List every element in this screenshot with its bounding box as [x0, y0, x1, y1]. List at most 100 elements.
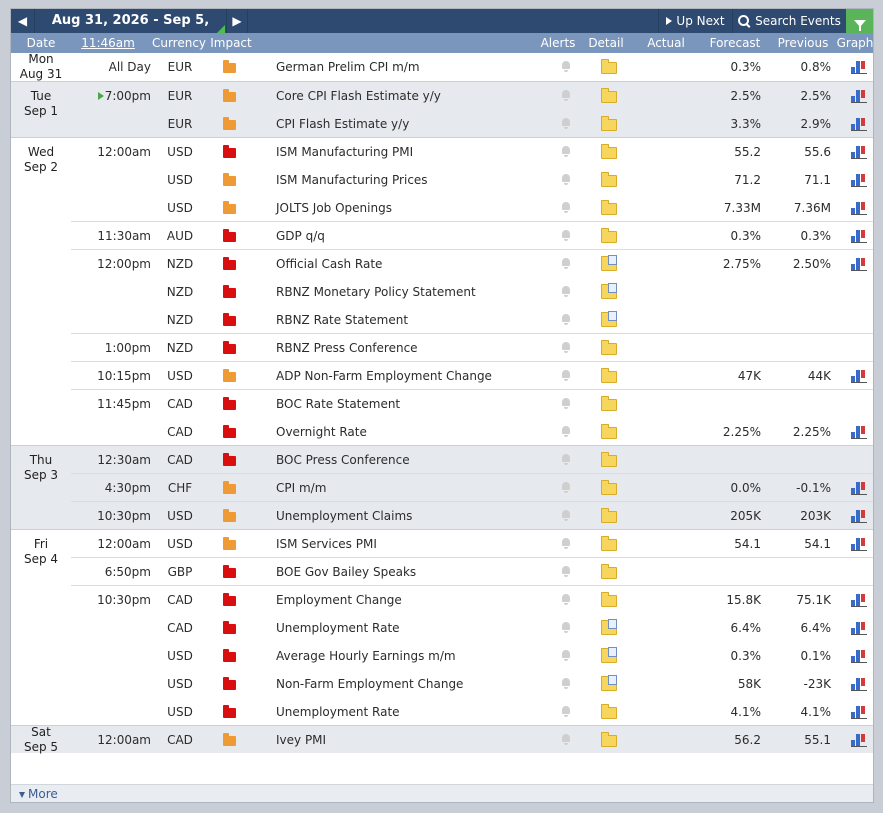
event-detail[interactable] — [601, 502, 631, 530]
event-row[interactable]: CAD Unemployment Rate 6.4% 6.4% — [71, 614, 873, 642]
event-row[interactable]: USD JOLTS Job Openings 7.33M 7.36M — [71, 194, 873, 222]
event-title[interactable]: RBNZ Monetary Policy Statement — [276, 278, 546, 306]
event-alert[interactable] — [556, 670, 578, 698]
event-title[interactable]: ADP Non-Farm Employment Change — [276, 362, 546, 390]
event-row[interactable]: 6:50pm GBP BOE Gov Bailey Speaks — [71, 557, 873, 586]
event-detail[interactable] — [601, 362, 631, 390]
date-range-button[interactable]: Aug 31, 2026 - Sep 5, 2026 — [36, 9, 225, 52]
event-title[interactable]: Official Cash Rate — [276, 250, 546, 278]
event-row[interactable]: NZD RBNZ Monetary Policy Statement — [71, 278, 873, 306]
event-title[interactable]: Non-Farm Employment Change — [276, 670, 546, 698]
event-row[interactable]: 4:30pm CHF CPI m/m 0.0% -0.1% — [71, 473, 873, 502]
event-detail[interactable] — [601, 558, 631, 586]
event-detail[interactable] — [601, 390, 631, 418]
event-title[interactable]: German Prelim CPI m/m — [276, 53, 546, 81]
event-detail[interactable] — [601, 418, 631, 446]
event-title[interactable]: ISM Manufacturing PMI — [276, 138, 546, 166]
filter-button[interactable] — [846, 9, 873, 33]
event-graph[interactable] — [851, 670, 871, 698]
event-graph[interactable] — [851, 362, 871, 390]
event-alert[interactable] — [556, 726, 578, 754]
event-detail[interactable] — [601, 222, 631, 250]
event-row[interactable]: 11:45pm CAD BOC Rate Statement — [71, 389, 873, 418]
event-detail[interactable] — [601, 53, 631, 81]
event-graph[interactable] — [851, 53, 871, 81]
event-row[interactable]: 12:00am USD ISM Services PMI 54.1 54.1 — [71, 530, 873, 558]
event-row[interactable]: 11:30am AUD GDP q/q 0.3% 0.3% — [71, 221, 873, 250]
up-next-button[interactable]: Up Next — [658, 9, 732, 33]
search-events-button[interactable]: Search Events — [732, 9, 846, 33]
event-title[interactable]: Ivey PMI — [276, 726, 546, 754]
event-graph[interactable] — [851, 502, 871, 530]
event-row[interactable]: NZD RBNZ Rate Statement — [71, 306, 873, 334]
event-row[interactable]: USD Non-Farm Employment Change 58K -23K — [71, 670, 873, 698]
event-alert[interactable] — [556, 166, 578, 194]
event-alert[interactable] — [556, 530, 578, 558]
event-row[interactable]: 12:00am CAD Ivey PMI 56.2 55.1 — [71, 726, 873, 754]
event-title[interactable]: BOC Press Conference — [276, 446, 546, 474]
event-title[interactable]: BOC Rate Statement — [276, 390, 546, 418]
event-row[interactable]: 1:00pm NZD RBNZ Press Conference — [71, 333, 873, 362]
event-title[interactable]: Unemployment Claims — [276, 502, 546, 530]
event-alert[interactable] — [556, 614, 578, 642]
event-title[interactable]: BOE Gov Bailey Speaks — [276, 558, 546, 586]
event-detail[interactable] — [601, 194, 631, 222]
event-title[interactable]: Core CPI Flash Estimate y/y — [276, 82, 546, 110]
event-graph[interactable] — [851, 250, 871, 278]
event-title[interactable]: Overnight Rate — [276, 418, 546, 446]
event-alert[interactable] — [556, 278, 578, 306]
event-row[interactable]: EUR CPI Flash Estimate y/y 3.3% 2.9% — [71, 110, 873, 138]
event-title[interactable]: RBNZ Press Conference — [276, 334, 546, 362]
event-graph[interactable] — [851, 614, 871, 642]
event-detail[interactable] — [601, 474, 631, 502]
event-alert[interactable] — [556, 446, 578, 474]
event-title[interactable]: RBNZ Rate Statement — [276, 306, 546, 334]
event-detail[interactable] — [601, 698, 631, 726]
event-graph[interactable] — [851, 698, 871, 726]
event-row[interactable]: 10:30pm USD Unemployment Claims 205K 203K — [71, 501, 873, 530]
event-title[interactable]: JOLTS Job Openings — [276, 194, 546, 222]
event-title[interactable]: Unemployment Rate — [276, 698, 546, 726]
more-link[interactable]: More — [19, 785, 58, 802]
event-alert[interactable] — [556, 558, 578, 586]
event-detail[interactable] — [601, 530, 631, 558]
event-title[interactable]: CPI Flash Estimate y/y — [276, 110, 546, 138]
event-alert[interactable] — [556, 250, 578, 278]
event-graph[interactable] — [851, 586, 871, 614]
event-detail[interactable] — [601, 586, 631, 614]
event-row[interactable]: CAD Overnight Rate 2.25% 2.25% — [71, 418, 873, 446]
event-graph[interactable] — [851, 474, 871, 502]
event-alert[interactable] — [556, 306, 578, 334]
event-alert[interactable] — [556, 502, 578, 530]
event-row[interactable]: USD Unemployment Rate 4.1% 4.1% — [71, 698, 873, 726]
event-alert[interactable] — [556, 362, 578, 390]
event-alert[interactable] — [556, 110, 578, 138]
event-detail[interactable] — [601, 306, 631, 334]
event-alert[interactable] — [556, 390, 578, 418]
event-alert[interactable] — [556, 53, 578, 81]
col-time-current[interactable]: 11:46am — [73, 33, 143, 53]
event-detail[interactable] — [601, 670, 631, 698]
event-detail[interactable] — [601, 726, 631, 754]
event-row[interactable]: 7:00pm EUR Core CPI Flash Estimate y/y 2.5%… — [71, 82, 873, 110]
event-alert[interactable] — [556, 138, 578, 166]
event-alert[interactable] — [556, 82, 578, 110]
event-graph[interactable] — [851, 222, 871, 250]
event-row[interactable]: USD ISM Manufacturing Prices 71.2 71.1 — [71, 166, 873, 194]
event-detail[interactable] — [601, 110, 631, 138]
event-graph[interactable] — [851, 726, 871, 754]
event-row[interactable]: 10:15pm USD ADP Non-Farm Employment Change… — [71, 361, 873, 390]
event-title[interactable]: CPI m/m — [276, 474, 546, 502]
event-detail[interactable] — [601, 278, 631, 306]
event-alert[interactable] — [556, 334, 578, 362]
event-row[interactable]: USD Average Hourly Earnings m/m 0.3% 0.1% — [71, 642, 873, 670]
event-title[interactable]: ISM Manufacturing Prices — [276, 166, 546, 194]
event-detail[interactable] — [601, 138, 631, 166]
event-detail[interactable] — [601, 166, 631, 194]
prev-week-button[interactable]: ◀ — [11, 9, 35, 33]
event-row[interactable]: 12:00am USD ISM Manufacturing PMI 55.2 55.6 — [71, 138, 873, 166]
event-row[interactable]: 12:00pm NZD Official Cash Rate 2.75% 2.50% — [71, 249, 873, 278]
event-alert[interactable] — [556, 222, 578, 250]
event-detail[interactable] — [601, 614, 631, 642]
event-alert[interactable] — [556, 418, 578, 446]
